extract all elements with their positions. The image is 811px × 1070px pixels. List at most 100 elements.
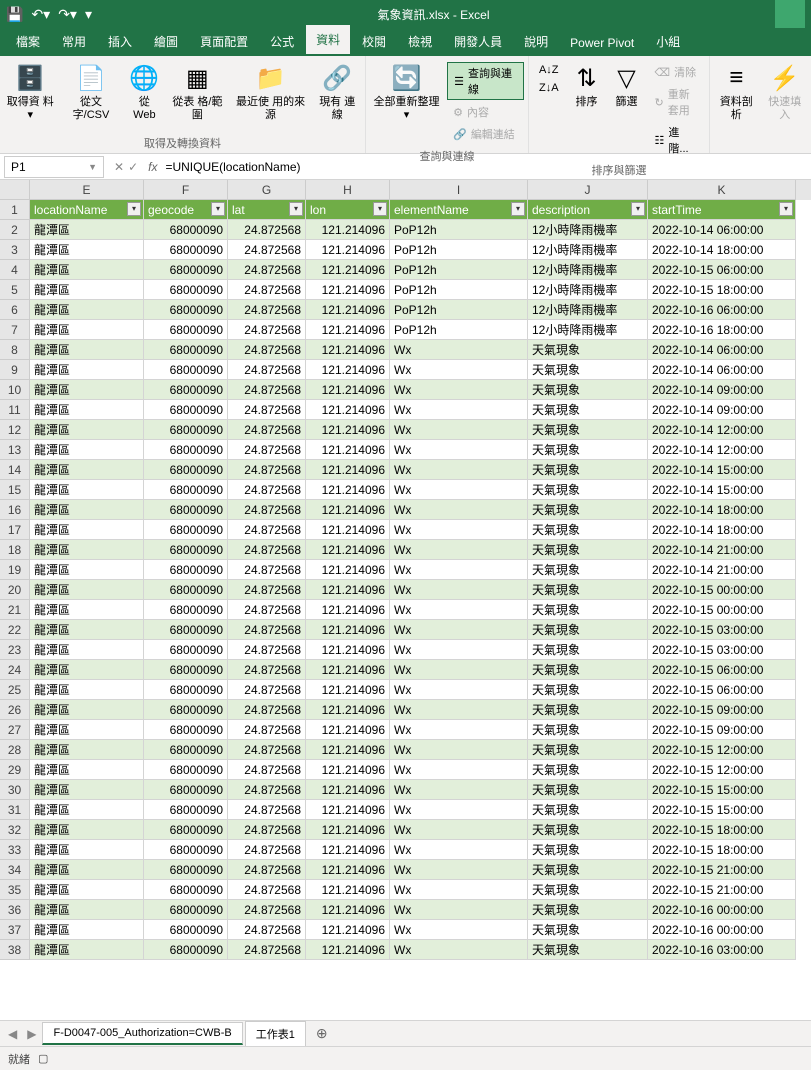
cell[interactable]: 24.872568 [228,280,306,300]
cell[interactable]: 2022-10-14 12:00:00 [648,440,796,460]
cell[interactable]: 24.872568 [228,460,306,480]
cell[interactable]: Wx [390,820,528,840]
advanced-filter-button[interactable]: ☷進階... [649,122,705,158]
cell[interactable]: 2022-10-14 18:00:00 [648,500,796,520]
recent-sources-button[interactable]: 📁最近使 用的來源 [230,60,312,124]
fx-icon[interactable]: fx [144,160,161,174]
filter-dropdown-icon[interactable]: ▾ [631,202,645,216]
row-header[interactable]: 35 [0,880,30,900]
col-header-K[interactable]: K [648,180,796,200]
filter-dropdown-icon[interactable]: ▾ [289,202,303,216]
cell[interactable]: Wx [390,760,528,780]
tab-formulas[interactable]: 公式 [260,27,304,56]
row-header[interactable]: 11 [0,400,30,420]
cell[interactable]: 龍潭區 [30,400,144,420]
cell[interactable]: 24.872568 [228,580,306,600]
cell[interactable]: 68000090 [144,900,228,920]
cell[interactable]: 121.214096 [306,240,390,260]
cell[interactable]: 天氣現象 [528,940,648,960]
cell[interactable]: 龍潭區 [30,880,144,900]
tab-data[interactable]: 資料 [306,25,350,56]
cell[interactable]: PoP12h [390,280,528,300]
cell[interactable]: 121.214096 [306,460,390,480]
cell[interactable]: 68000090 [144,420,228,440]
from-text-button[interactable]: 📄從文 字/CSV [59,60,124,124]
row-header[interactable]: 10 [0,380,30,400]
cell[interactable]: 天氣現象 [528,700,648,720]
cell[interactable]: 68000090 [144,460,228,480]
cell[interactable]: 68000090 [144,700,228,720]
select-all-corner[interactable] [0,180,30,200]
row-header[interactable]: 28 [0,740,30,760]
row-header[interactable]: 2 [0,220,30,240]
cell[interactable]: 121.214096 [306,940,390,960]
filter-dropdown-icon[interactable]: ▾ [211,202,225,216]
cell[interactable]: 24.872568 [228,500,306,520]
cell[interactable]: 龍潭區 [30,460,144,480]
cell[interactable]: 121.214096 [306,700,390,720]
cell[interactable]: 龍潭區 [30,220,144,240]
cell[interactable]: 24.872568 [228,740,306,760]
cell[interactable]: 121.214096 [306,740,390,760]
cell[interactable]: 68000090 [144,720,228,740]
cell[interactable]: PoP12h [390,240,528,260]
cell[interactable]: 2022-10-15 03:00:00 [648,640,796,660]
cell[interactable]: 68000090 [144,440,228,460]
name-box[interactable]: P1 ▼ [4,156,104,178]
sort-desc-button[interactable]: Z↓A [533,80,565,96]
cell[interactable]: 121.214096 [306,880,390,900]
row-header[interactable]: 24 [0,660,30,680]
text-to-columns-button[interactable]: ≡資料剖析 [712,60,760,124]
cell[interactable]: 2022-10-15 21:00:00 [648,880,796,900]
cell[interactable]: 121.214096 [306,920,390,940]
cell[interactable]: 龍潭區 [30,640,144,660]
tab-review[interactable]: 校閱 [352,27,396,56]
cell[interactable]: 2022-10-14 06:00:00 [648,360,796,380]
cell[interactable]: 2022-10-14 15:00:00 [648,460,796,480]
cell[interactable]: 2022-10-14 06:00:00 [648,220,796,240]
refresh-all-button[interactable]: 🔄全部重新整理 ▾ [368,60,445,124]
cell[interactable]: 天氣現象 [528,860,648,880]
cell[interactable]: 24.872568 [228,600,306,620]
cell[interactable]: 龍潭區 [30,240,144,260]
row-header[interactable]: 19 [0,560,30,580]
cell[interactable]: 龍潭區 [30,260,144,280]
cell[interactable]: 天氣現象 [528,900,648,920]
cell[interactable]: 68000090 [144,220,228,240]
cell[interactable]: 龍潭區 [30,360,144,380]
row-header[interactable]: 34 [0,860,30,880]
cell[interactable]: 天氣現象 [528,400,648,420]
cell[interactable]: 2022-10-15 09:00:00 [648,720,796,740]
sort-asc-button[interactable]: A↓Z [533,62,565,78]
cell[interactable]: 121.214096 [306,680,390,700]
cell[interactable]: 天氣現象 [528,420,648,440]
cell[interactable]: 24.872568 [228,400,306,420]
row-header[interactable]: 18 [0,540,30,560]
sheet-tab[interactable]: 工作表1 [245,1021,306,1046]
tab-view[interactable]: 檢視 [398,27,442,56]
cell[interactable]: 68000090 [144,480,228,500]
row-header[interactable]: 36 [0,900,30,920]
cell[interactable]: 68000090 [144,680,228,700]
cell[interactable]: PoP12h [390,220,528,240]
cell[interactable]: 龍潭區 [30,620,144,640]
cell[interactable]: 2022-10-15 21:00:00 [648,860,796,880]
cell[interactable]: 2022-10-15 00:00:00 [648,600,796,620]
cell[interactable]: Wx [390,420,528,440]
cell[interactable]: 121.214096 [306,820,390,840]
queries-connections-button[interactable]: ☰查詢與連線 [447,62,524,100]
cell[interactable]: 68000090 [144,660,228,680]
row-header[interactable]: 21 [0,600,30,620]
cell[interactable]: 68000090 [144,740,228,760]
cell[interactable]: 2022-10-14 09:00:00 [648,400,796,420]
cell[interactable]: 2022-10-14 21:00:00 [648,540,796,560]
cell[interactable]: 天氣現象 [528,620,648,640]
cell[interactable]: 12小時降雨機率 [528,280,648,300]
row-header[interactable]: 26 [0,700,30,720]
row-header[interactable]: 33 [0,840,30,860]
cell[interactable]: 天氣現象 [528,480,648,500]
cell[interactable]: Wx [390,840,528,860]
cell[interactable]: 24.872568 [228,880,306,900]
cell[interactable]: 天氣現象 [528,660,648,680]
cell[interactable]: 24.872568 [228,300,306,320]
